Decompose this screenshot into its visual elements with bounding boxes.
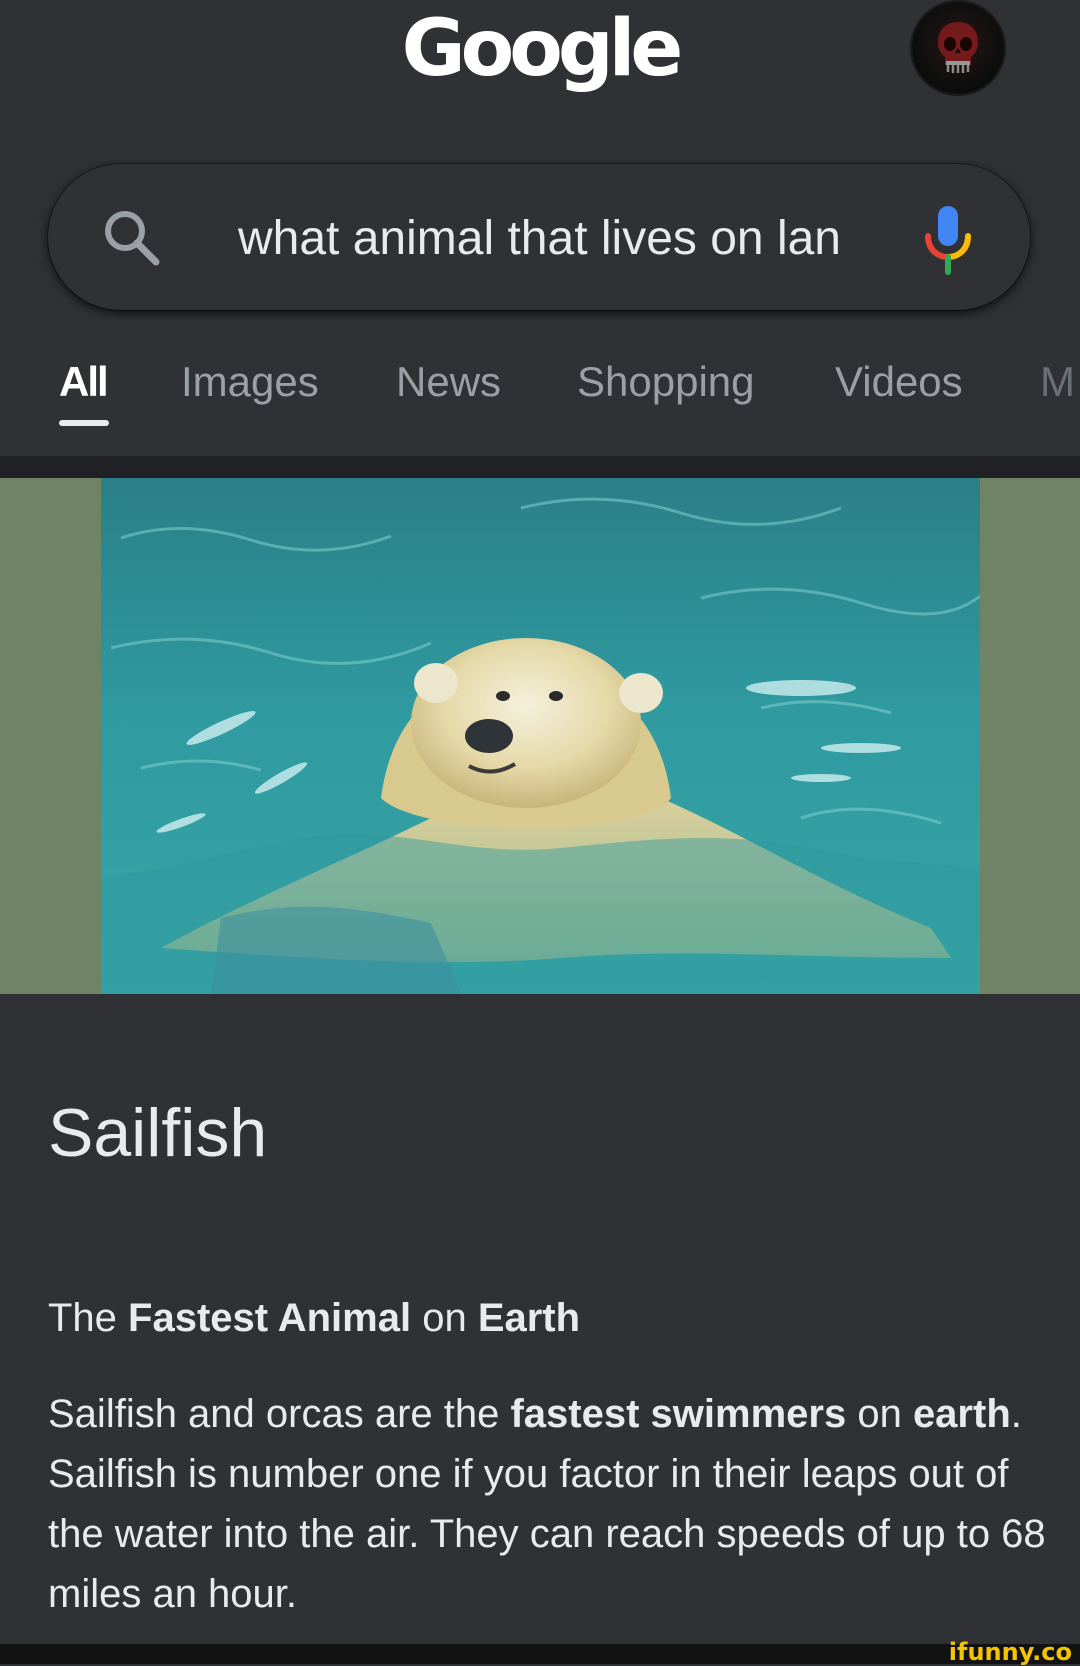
result-description: Sailfish and orcas are the fastest swimm…	[48, 1384, 1048, 1624]
description-bold: fastest swimmers	[510, 1392, 847, 1436]
account-avatar[interactable]	[912, 2, 1004, 94]
subtitle-bold: Earth	[477, 1296, 581, 1340]
result-title: Sailfish	[48, 1095, 268, 1171]
subtitle-text: The	[48, 1296, 129, 1340]
description-text: Sailfish and orcas are the	[48, 1392, 511, 1436]
active-tab-indicator	[59, 420, 109, 426]
tab-news[interactable]: News	[396, 358, 501, 406]
result-image-panel[interactable]	[0, 478, 1080, 994]
tab-divider	[0, 456, 1080, 478]
polar-bear-swimming-image[interactable]	[101, 478, 980, 994]
header: Google	[0, 0, 1080, 150]
bottom-bar	[0, 1644, 1080, 1664]
search-tabs: All Images News Shopping Videos M	[0, 340, 1080, 440]
tab-all[interactable]: All	[59, 358, 109, 406]
description-text: on	[846, 1392, 913, 1436]
tab-videos[interactable]: Videos	[835, 358, 963, 406]
search-icon[interactable]	[100, 206, 164, 270]
watermark: ifunny.co	[948, 1638, 1072, 1666]
subtitle-text: on	[411, 1296, 478, 1340]
result-subtitle: The Fastest Animal on Earth	[48, 1296, 580, 1341]
skull-avatar-icon	[938, 22, 978, 73]
tab-images[interactable]: Images	[181, 358, 319, 406]
description-bold: earth	[912, 1392, 1011, 1436]
tab-more[interactable]: M	[1040, 358, 1075, 406]
tab-shopping[interactable]: Shopping	[577, 358, 755, 406]
mic-icon[interactable]	[922, 204, 974, 276]
subtitle-bold: Fastest Animal	[128, 1296, 412, 1340]
search-input[interactable]	[238, 204, 854, 272]
